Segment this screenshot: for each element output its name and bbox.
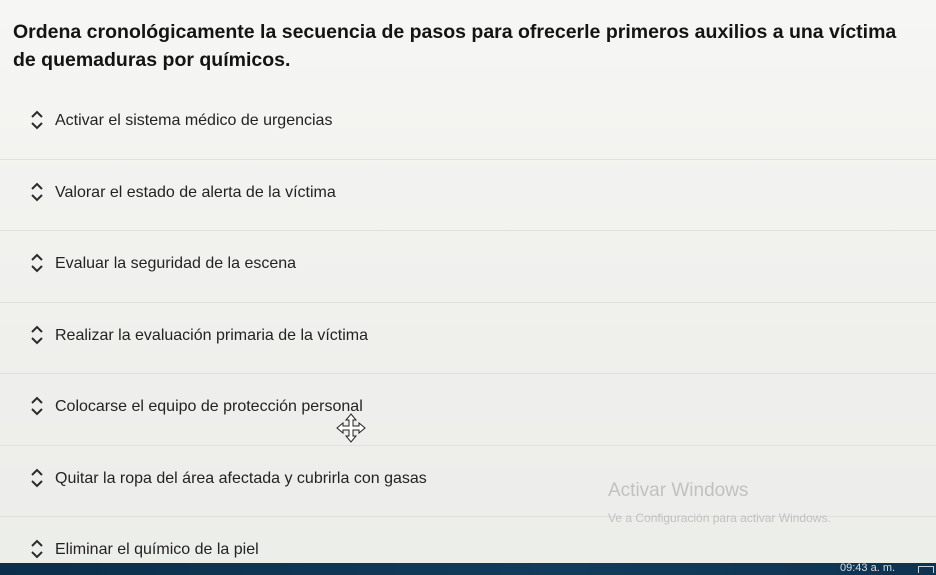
windows-activation-watermark: Activar Windows Ve a Configuración para …	[608, 480, 831, 526]
watermark-title: Activar Windows	[608, 480, 749, 501]
sort-updown-icon[interactable]	[30, 181, 44, 203]
taskbar-clock[interactable]: 09:43 a. m.	[840, 562, 895, 575]
ordering-question-page: Ordena cronológicamente la secuencia de …	[0, 0, 936, 575]
list-item[interactable]: Valorar el estado de alerta de la víctim…	[0, 160, 936, 231]
sort-updown-icon[interactable]	[30, 252, 44, 274]
list-item[interactable]: Colocarse el equipo de protección person…	[0, 374, 936, 446]
list-item[interactable]: Evaluar la seguridad de la escena	[0, 231, 936, 303]
list-item-label: Colocarse el equipo de protección person…	[55, 398, 363, 415]
watermark-subtitle: Ve a Configuración para activar Windows.	[608, 511, 831, 525]
list-item-label: Valorar el estado de alerta de la víctim…	[55, 183, 336, 201]
sort-updown-icon[interactable]	[30, 538, 44, 560]
list-item-label: Activar el sistema médico de urgencias	[55, 112, 333, 129]
list-item-label: Evaluar la seguridad de la escena	[55, 255, 297, 272]
sort-updown-icon[interactable]	[30, 324, 44, 346]
sort-updown-icon[interactable]	[30, 467, 44, 489]
list-item-label: Realizar la evaluación primaria de la ví…	[55, 326, 369, 344]
list-item-label: Eliminar el químico de la piel	[55, 541, 259, 558]
sort-updown-icon[interactable]	[30, 395, 44, 417]
move-cursor-icon	[336, 413, 366, 443]
taskbar: 09:43 a. m.	[0, 562, 936, 575]
sort-updown-icon[interactable]	[30, 109, 44, 131]
question-text: Ordena cronológicamente la secuencia de …	[13, 21, 897, 71]
list-item[interactable]: Activar el sistema médico de urgencias	[0, 88, 936, 160]
list-item-label: Quitar la ropa del área afectada y cubri…	[55, 469, 427, 487]
notification-icon[interactable]	[918, 566, 934, 573]
list-item[interactable]: Realizar la evaluación primaria de la ví…	[0, 303, 936, 374]
